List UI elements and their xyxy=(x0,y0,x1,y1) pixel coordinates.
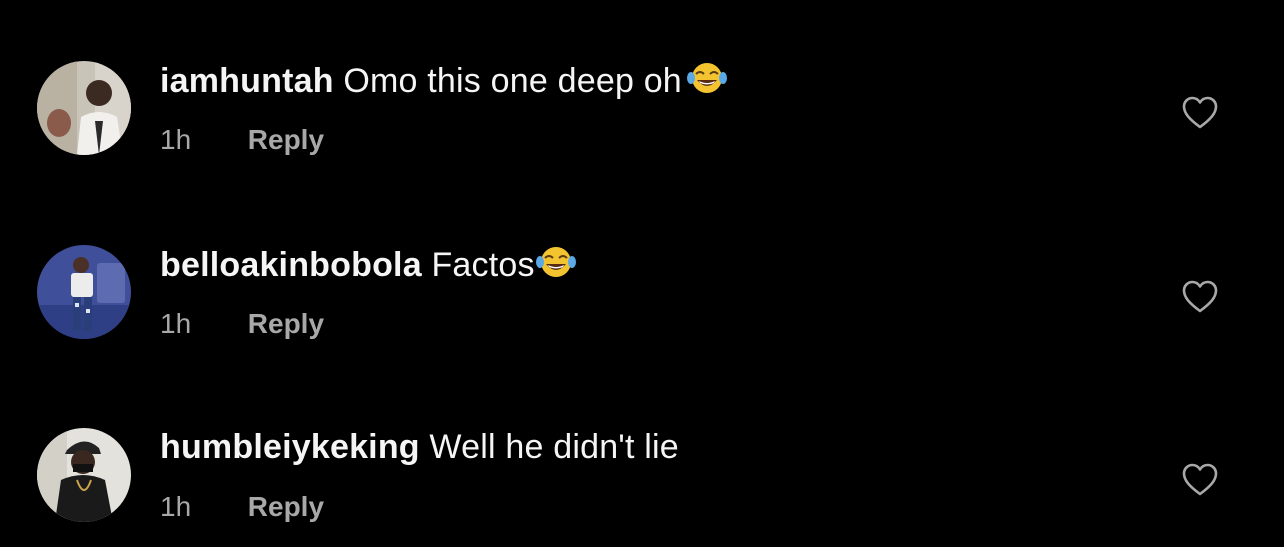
heart-icon xyxy=(1182,463,1218,496)
avatar-photo xyxy=(37,245,131,339)
reply-button[interactable]: Reply xyxy=(248,308,324,339)
avatar[interactable] xyxy=(37,428,131,522)
tears-of-joy-emoji-icon xyxy=(686,60,728,96)
like-button[interactable] xyxy=(1181,279,1219,315)
avatar[interactable] xyxy=(37,245,131,339)
comment-meta: 1h Reply xyxy=(160,123,324,157)
avatar-photo xyxy=(37,428,131,522)
username-link[interactable]: humbleiykeking xyxy=(160,428,420,466)
avatar[interactable] xyxy=(37,61,131,155)
comment-body: iamhuntah Omo this one deep oh xyxy=(160,60,728,101)
timestamp: 1h xyxy=(160,124,192,155)
comment-item: iamhuntah Omo this one deep oh 1h Reply xyxy=(0,30,1284,180)
like-button[interactable] xyxy=(1181,95,1219,131)
timestamp: 1h xyxy=(160,308,192,339)
comment-meta: 1h Reply xyxy=(160,490,324,524)
username-link[interactable]: belloakinbobola xyxy=(160,246,422,284)
reply-button[interactable]: Reply xyxy=(248,491,324,522)
tears-of-joy-emoji-icon xyxy=(535,244,577,280)
comment-body: humbleiykeking Well he didn't lie xyxy=(160,427,679,467)
comment-text: Factos xyxy=(431,246,535,284)
avatar-photo xyxy=(37,61,131,155)
username-link[interactable]: iamhuntah xyxy=(160,62,334,100)
heart-icon xyxy=(1182,96,1218,129)
comment-meta: 1h Reply xyxy=(160,307,324,341)
comment-item: humbleiykeking Well he didn't lie 1h Rep… xyxy=(0,397,1284,547)
comment-text: Omo this one deep oh xyxy=(343,62,682,100)
comment-body: belloakinbobola Factos xyxy=(160,244,577,285)
timestamp: 1h xyxy=(160,491,192,522)
like-button[interactable] xyxy=(1181,462,1219,498)
comment-item: belloakinbobola Factos 1h Reply xyxy=(0,214,1284,364)
heart-icon xyxy=(1182,280,1218,313)
reply-button[interactable]: Reply xyxy=(248,124,324,155)
comment-text: Well he didn't lie xyxy=(429,428,679,466)
